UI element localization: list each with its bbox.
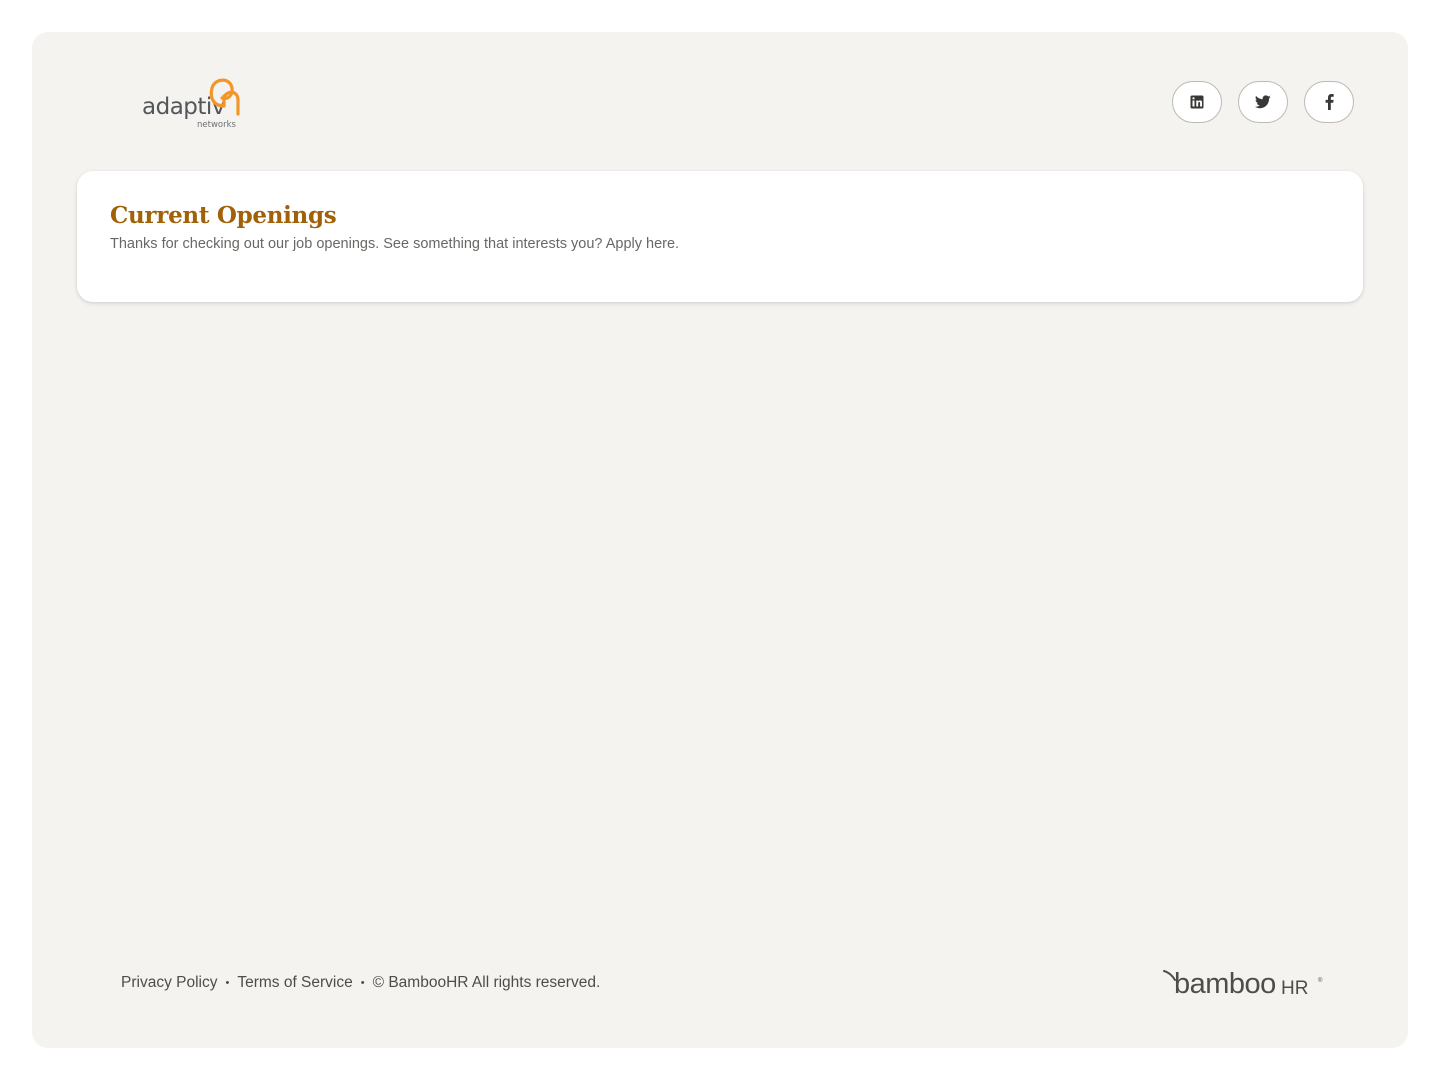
current-openings-card: Current Openings Thanks for checking out… bbox=[77, 171, 1363, 302]
facebook-button[interactable] bbox=[1304, 81, 1354, 123]
copyright-text: © BambooHR All rights reserved. bbox=[372, 974, 601, 991]
registered-mark: ® bbox=[1318, 978, 1323, 984]
twitter-button[interactable] bbox=[1238, 81, 1288, 123]
bamboo-wordmark: bamboo bbox=[1174, 968, 1276, 1000]
openings-description: Thanks for checking out our job openings… bbox=[110, 236, 680, 252]
footer-separator: • bbox=[360, 977, 365, 989]
bamboohr-logo[interactable]: bamboo HR ® bbox=[1163, 968, 1323, 1000]
page-container: adaptiv networks Current Openings Thanks… bbox=[32, 32, 1408, 1048]
footer-links: Privacy Policy • Terms of Service • © Ba… bbox=[121, 974, 600, 992]
linkedin-icon bbox=[1190, 95, 1204, 109]
company-logo[interactable]: adaptiv networks bbox=[142, 76, 258, 132]
footer-separator: • bbox=[225, 977, 230, 989]
facebook-icon bbox=[1325, 94, 1334, 110]
privacy-policy-link[interactable]: Privacy Policy bbox=[121, 974, 217, 992]
terms-of-service-link[interactable]: Terms of Service bbox=[237, 974, 352, 992]
linkedin-button[interactable] bbox=[1172, 81, 1222, 123]
page-title: Current Openings bbox=[110, 202, 337, 229]
twitter-icon bbox=[1255, 95, 1271, 109]
logo-mark-icon bbox=[209, 78, 240, 116]
hr-wordmark: HR bbox=[1281, 978, 1309, 999]
